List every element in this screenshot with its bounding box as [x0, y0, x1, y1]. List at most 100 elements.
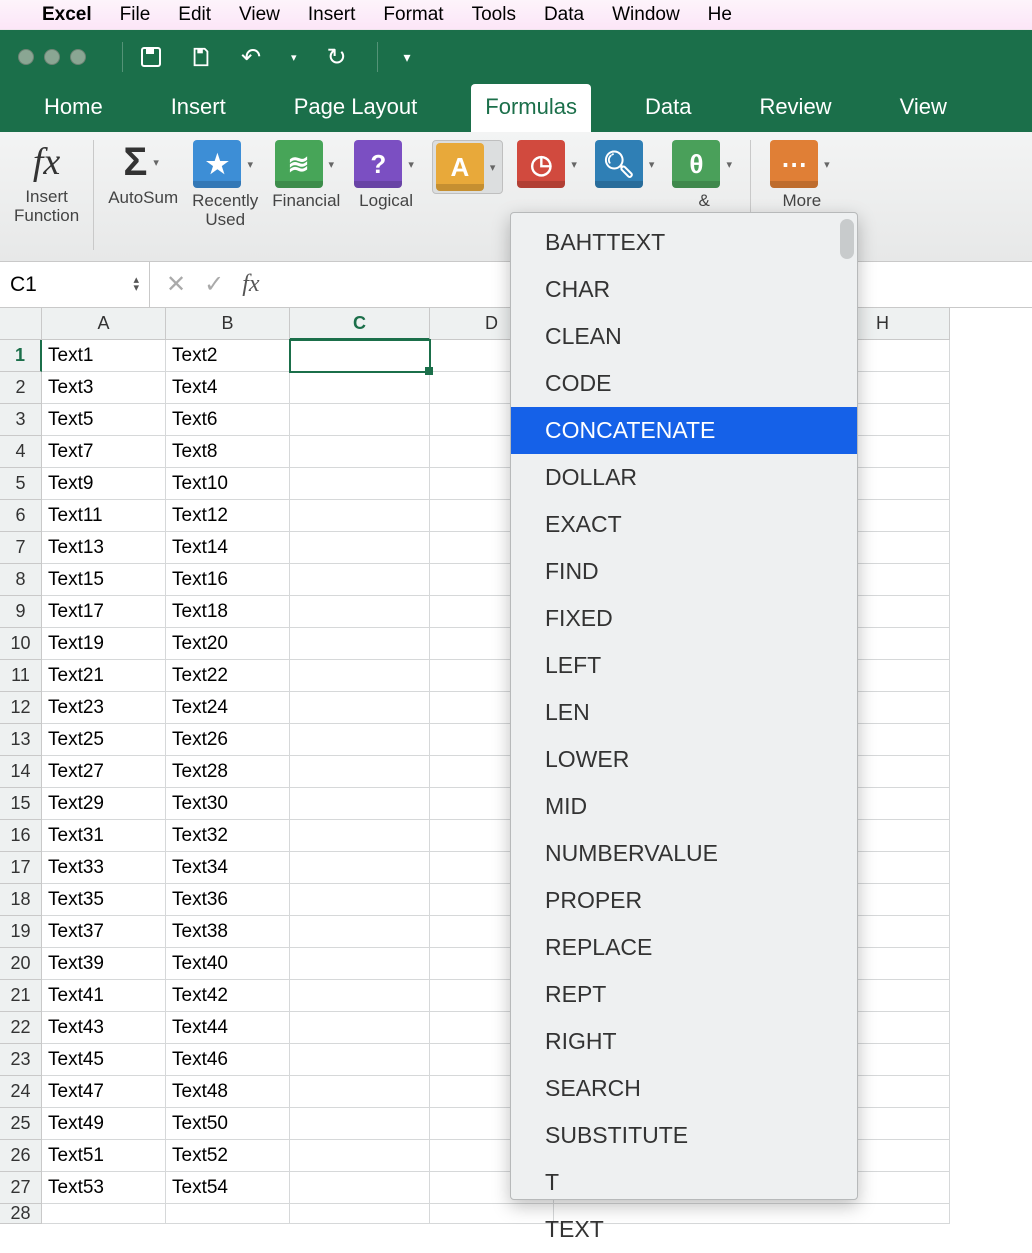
cell[interactable]: Text20 — [166, 628, 290, 660]
col-header-C[interactable]: C — [290, 308, 430, 340]
cell[interactable] — [290, 692, 430, 724]
cell[interactable]: Text13 — [42, 532, 166, 564]
row-header[interactable]: 12 — [0, 692, 42, 724]
dropdown-item-numbervalue[interactable]: NUMBERVALUE — [511, 830, 857, 877]
cell[interactable] — [290, 756, 430, 788]
more-functions-caret[interactable]: ▾ — [820, 158, 834, 171]
cell[interactable]: Text44 — [166, 1012, 290, 1044]
fx-small-icon[interactable]: fx — [242, 271, 259, 298]
dropdown-item-dollar[interactable]: DOLLAR — [511, 454, 857, 501]
tab-formulas[interactable]: Formulas — [471, 84, 591, 132]
text-caret[interactable]: ▾ — [486, 161, 500, 174]
minimize-window-button[interactable] — [44, 49, 60, 65]
menu-edit[interactable]: Edit — [178, 4, 211, 26]
cell[interactable] — [290, 916, 430, 948]
cell[interactable]: Text49 — [42, 1108, 166, 1140]
select-all-corner[interactable] — [0, 308, 42, 340]
cell[interactable] — [166, 1204, 290, 1224]
cell[interactable] — [290, 532, 430, 564]
cell[interactable]: Text46 — [166, 1044, 290, 1076]
cell[interactable]: Text45 — [42, 1044, 166, 1076]
tab-view[interactable]: View — [886, 84, 961, 132]
menu-window[interactable]: Window — [612, 4, 680, 26]
cell[interactable]: Text37 — [42, 916, 166, 948]
cell[interactable]: Text42 — [166, 980, 290, 1012]
tab-page-layout[interactable]: Page Layout — [280, 84, 432, 132]
ellipsis-icon[interactable]: ⋯ — [770, 140, 818, 188]
clock-icon[interactable]: ◷ — [517, 140, 565, 188]
search-icon[interactable]: 🔍︎ — [595, 140, 643, 188]
cell[interactable]: Text34 — [166, 852, 290, 884]
cell[interactable]: Text16 — [166, 564, 290, 596]
menu-insert[interactable]: Insert — [308, 4, 356, 26]
tab-home[interactable]: Home — [30, 84, 117, 132]
cell[interactable]: Text15 — [42, 564, 166, 596]
dropdown-item-fixed[interactable]: FIXED — [511, 595, 857, 642]
row-header[interactable]: 15 — [0, 788, 42, 820]
cell[interactable] — [290, 468, 430, 500]
menu-file[interactable]: File — [120, 4, 151, 26]
dropdown-item-right[interactable]: RIGHT — [511, 1018, 857, 1065]
row-header[interactable]: 11 — [0, 660, 42, 692]
app-name[interactable]: Excel — [42, 4, 92, 26]
cell[interactable] — [290, 564, 430, 596]
dropdown-item-mid[interactable]: MID — [511, 783, 857, 830]
cell[interactable]: Text28 — [166, 756, 290, 788]
row-header[interactable]: 25 — [0, 1108, 42, 1140]
customize-qat-caret[interactable]: ▾ — [404, 49, 411, 66]
cell[interactable]: Text21 — [42, 660, 166, 692]
text-a-icon[interactable]: A — [436, 143, 484, 191]
cell[interactable] — [290, 1172, 430, 1204]
cell[interactable]: Text23 — [42, 692, 166, 724]
cell[interactable]: Text22 — [166, 660, 290, 692]
col-header-B[interactable]: B — [166, 308, 290, 340]
cell[interactable] — [290, 948, 430, 980]
name-box-spinner[interactable]: ▴▾ — [133, 277, 139, 292]
row-header[interactable]: 2 — [0, 372, 42, 404]
cell[interactable]: Text12 — [166, 500, 290, 532]
cell[interactable]: Text27 — [42, 756, 166, 788]
logical-caret[interactable]: ▾ — [404, 158, 418, 171]
cell[interactable]: Text3 — [42, 372, 166, 404]
row-header[interactable]: 22 — [0, 1012, 42, 1044]
dropdown-item-left[interactable]: LEFT — [511, 642, 857, 689]
menu-tools[interactable]: Tools — [472, 4, 516, 26]
cell[interactable]: Text53 — [42, 1172, 166, 1204]
dropdown-item-char[interactable]: CHAR — [511, 266, 857, 313]
row-header[interactable]: 7 — [0, 532, 42, 564]
cell[interactable]: Text25 — [42, 724, 166, 756]
row-header[interactable]: 17 — [0, 852, 42, 884]
row-header[interactable]: 23 — [0, 1044, 42, 1076]
dropdown-item-bahttext[interactable]: BAHTTEXT — [511, 219, 857, 266]
cell[interactable] — [290, 1076, 430, 1108]
row-header[interactable]: 20 — [0, 948, 42, 980]
menu-help[interactable]: He — [708, 4, 732, 26]
dropdown-item-text[interactable]: TEXT — [511, 1206, 857, 1253]
cell[interactable]: Text9 — [42, 468, 166, 500]
row-header[interactable]: 8 — [0, 564, 42, 596]
cell[interactable]: Text10 — [166, 468, 290, 500]
dropdown-item-lower[interactable]: LOWER — [511, 736, 857, 783]
cell[interactable] — [42, 1204, 166, 1224]
cell[interactable]: Text51 — [42, 1140, 166, 1172]
dropdown-item-code[interactable]: CODE — [511, 360, 857, 407]
tab-review[interactable]: Review — [745, 84, 845, 132]
undo-icon[interactable]: ↶ — [237, 43, 265, 71]
cell[interactable]: Text17 — [42, 596, 166, 628]
row-header[interactable]: 3 — [0, 404, 42, 436]
cell[interactable]: Text6 — [166, 404, 290, 436]
cell[interactable] — [290, 820, 430, 852]
cell[interactable] — [290, 724, 430, 756]
cell[interactable]: Text2 — [166, 340, 290, 372]
save-icon[interactable] — [137, 43, 165, 71]
cell[interactable]: Text54 — [166, 1172, 290, 1204]
cell[interactable] — [290, 628, 430, 660]
undo-dropdown-caret[interactable]: ▾ — [287, 51, 301, 64]
cell[interactable]: Text18 — [166, 596, 290, 628]
active-cell[interactable] — [290, 340, 430, 372]
cell[interactable]: Text41 — [42, 980, 166, 1012]
cell[interactable]: Text19 — [42, 628, 166, 660]
row-header[interactable]: 9 — [0, 596, 42, 628]
menu-data[interactable]: Data — [544, 4, 584, 26]
cell[interactable]: Text4 — [166, 372, 290, 404]
